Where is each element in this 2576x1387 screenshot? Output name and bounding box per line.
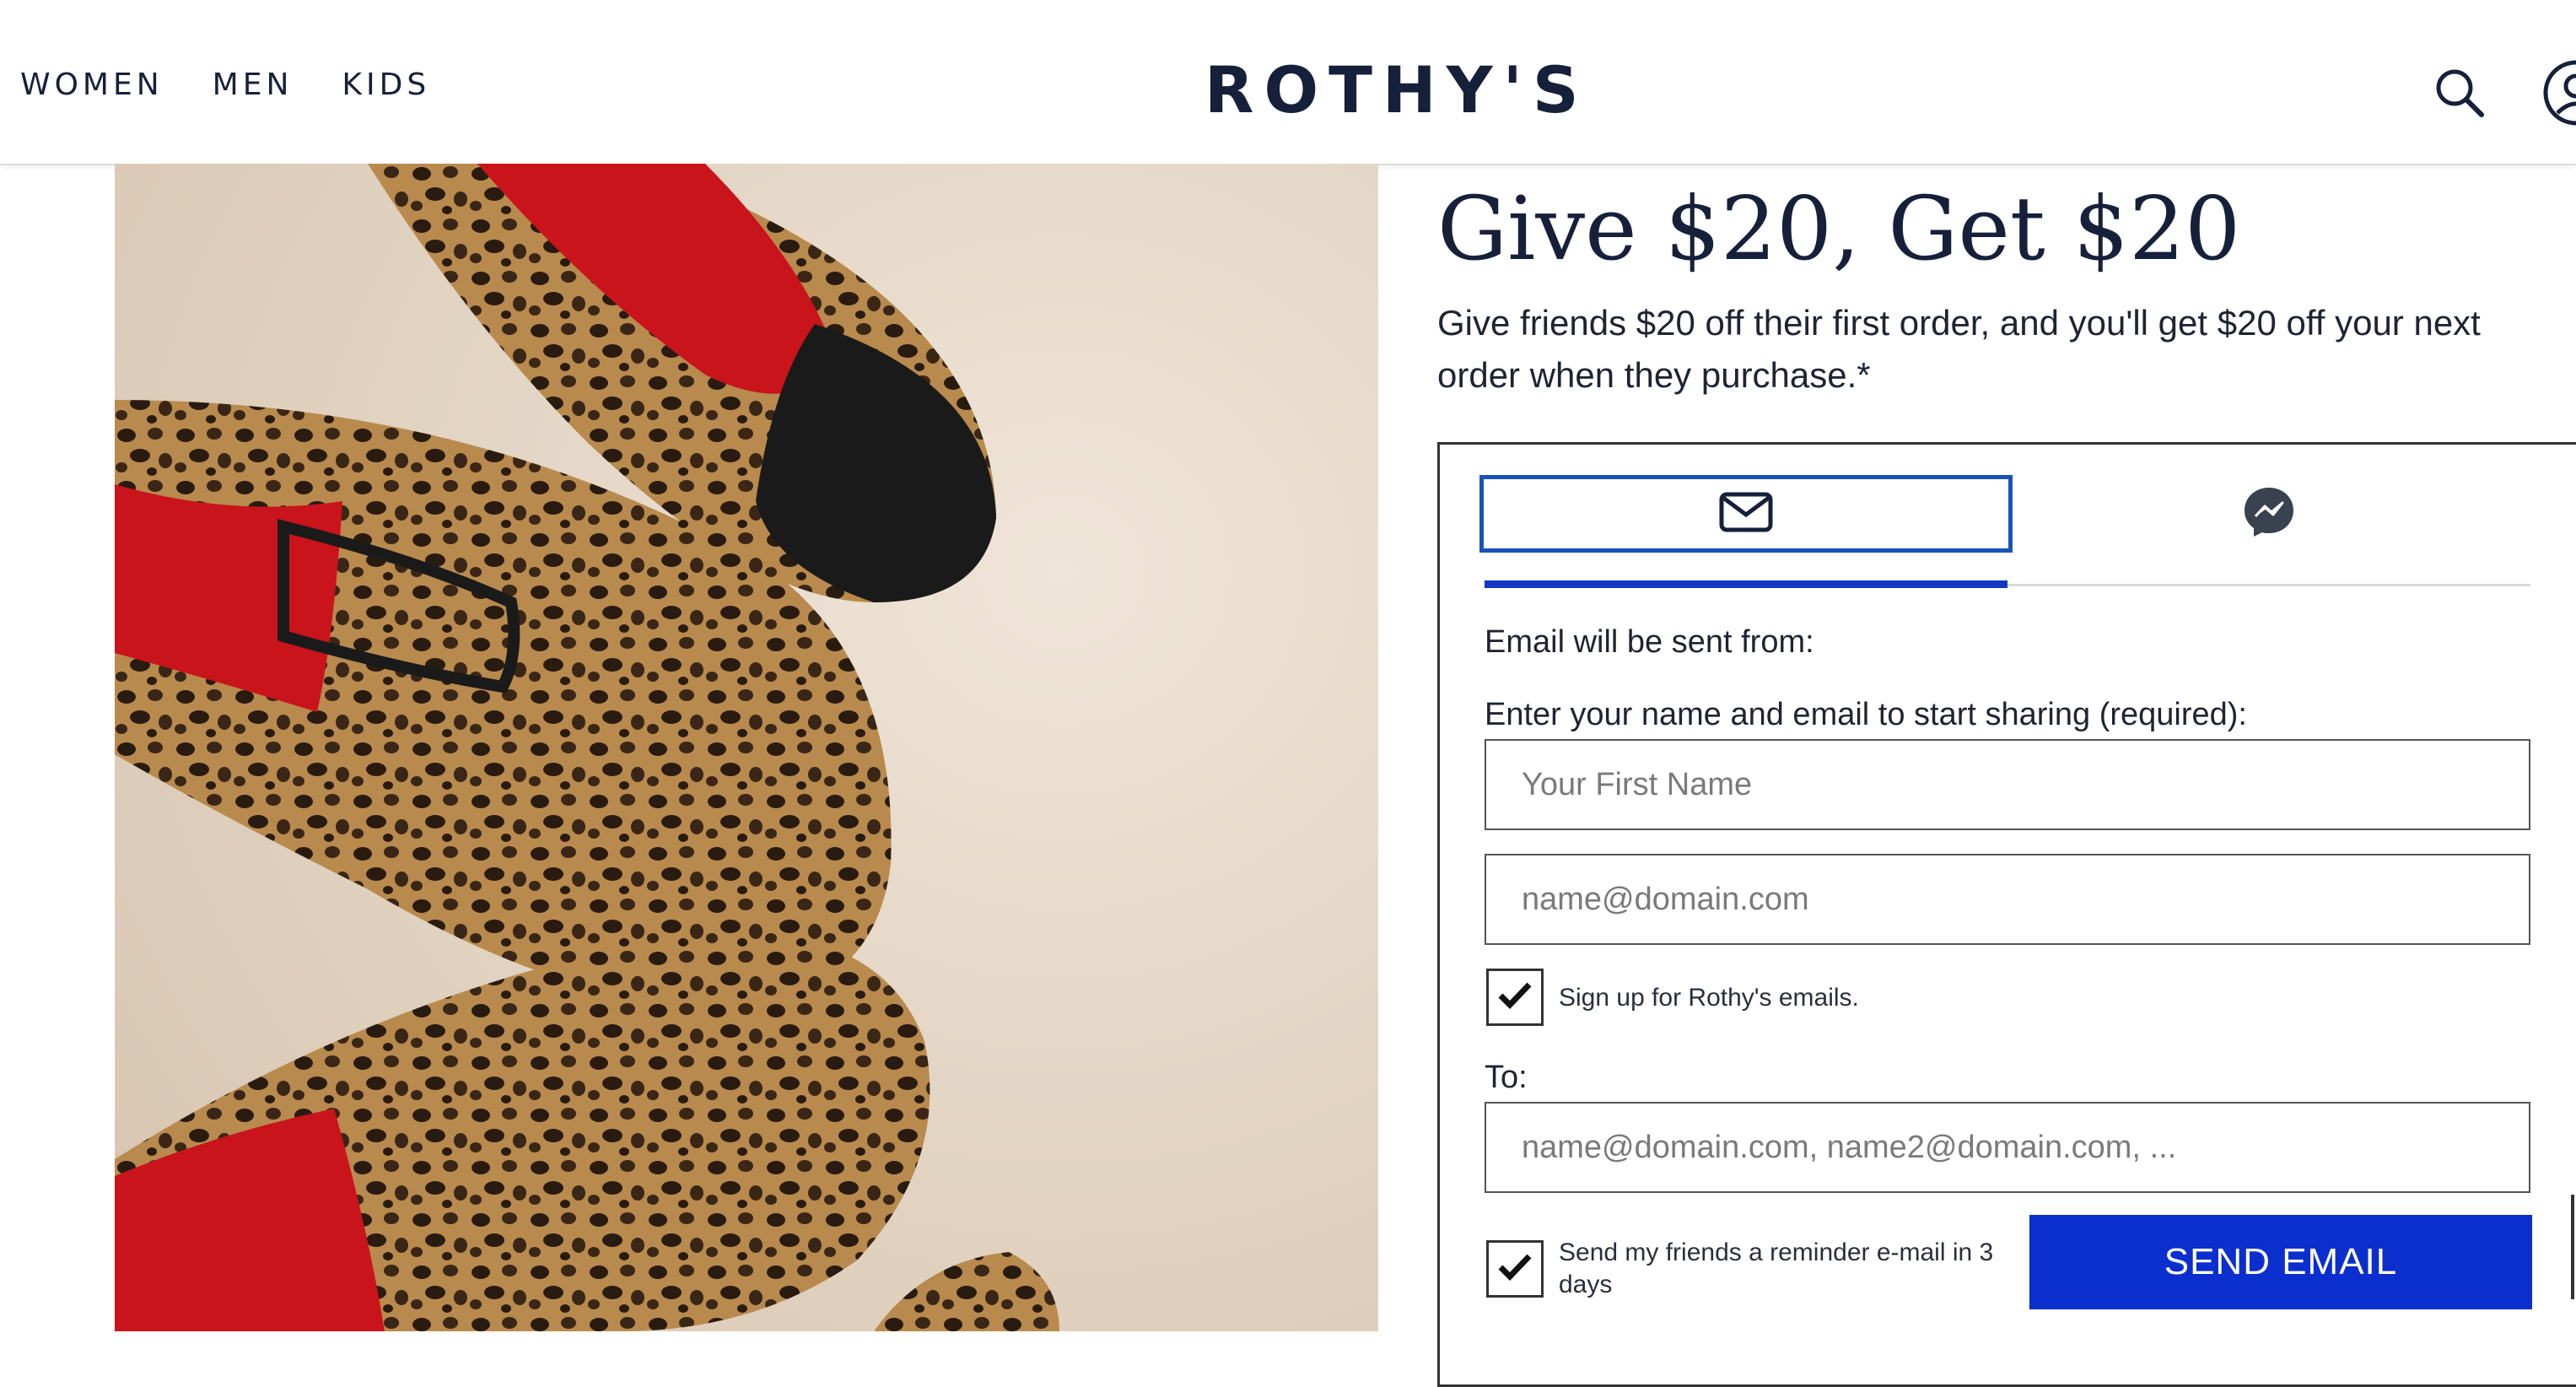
mail-icon xyxy=(1718,491,1774,537)
send-email-button[interactable]: SEND EMAIL xyxy=(2029,1215,2532,1309)
email-input[interactable] xyxy=(1485,854,2530,945)
nav-women[interactable]: WOMEN xyxy=(20,67,164,102)
tab-messenger[interactable] xyxy=(2007,475,2530,553)
signup-checkbox[interactable] xyxy=(1486,969,1544,1026)
active-tab-indicator xyxy=(1485,580,2007,588)
tab-email[interactable] xyxy=(1479,475,2013,553)
signup-label: Sign up for Rothy's emails. xyxy=(1559,984,1859,1012)
checkmark-icon xyxy=(1498,1253,1532,1286)
sent-from-label: Email will be sent from: xyxy=(1485,624,1814,660)
to-label: To: xyxy=(1485,1060,1528,1095)
main-nav: WOMEN MEN KIDS xyxy=(20,67,430,102)
messenger-icon xyxy=(2241,484,2297,544)
search-icon[interactable] xyxy=(2433,66,2487,124)
referral-subtext: Give friends $20 off their first order, … xyxy=(1437,303,2481,395)
reminder-checkbox[interactable] xyxy=(1486,1240,1544,1298)
referral-headline: Give $20, Get $20 xyxy=(1437,177,2241,280)
leopard-print-shoes-photo xyxy=(115,164,1378,1331)
checkmark-icon xyxy=(1498,981,1532,1014)
brand-logo[interactable]: ROTHY'S xyxy=(1204,52,1589,127)
panel-edge-divider xyxy=(2571,1195,2574,1299)
nav-men[interactable]: MEN xyxy=(213,67,294,102)
first-name-input[interactable] xyxy=(1485,739,2530,830)
reminder-label: Send my friends a reminder e-mail in 3 d… xyxy=(1559,1239,1994,1298)
recipients-input[interactable] xyxy=(1485,1102,2530,1193)
nav-kids[interactable]: KIDS xyxy=(342,67,430,102)
enter-info-label: Enter your name and email to start shari… xyxy=(1485,697,2247,732)
site-header: WOMEN MEN KIDS ROTHY'S xyxy=(0,0,2576,165)
account-icon[interactable] xyxy=(2541,57,2576,132)
